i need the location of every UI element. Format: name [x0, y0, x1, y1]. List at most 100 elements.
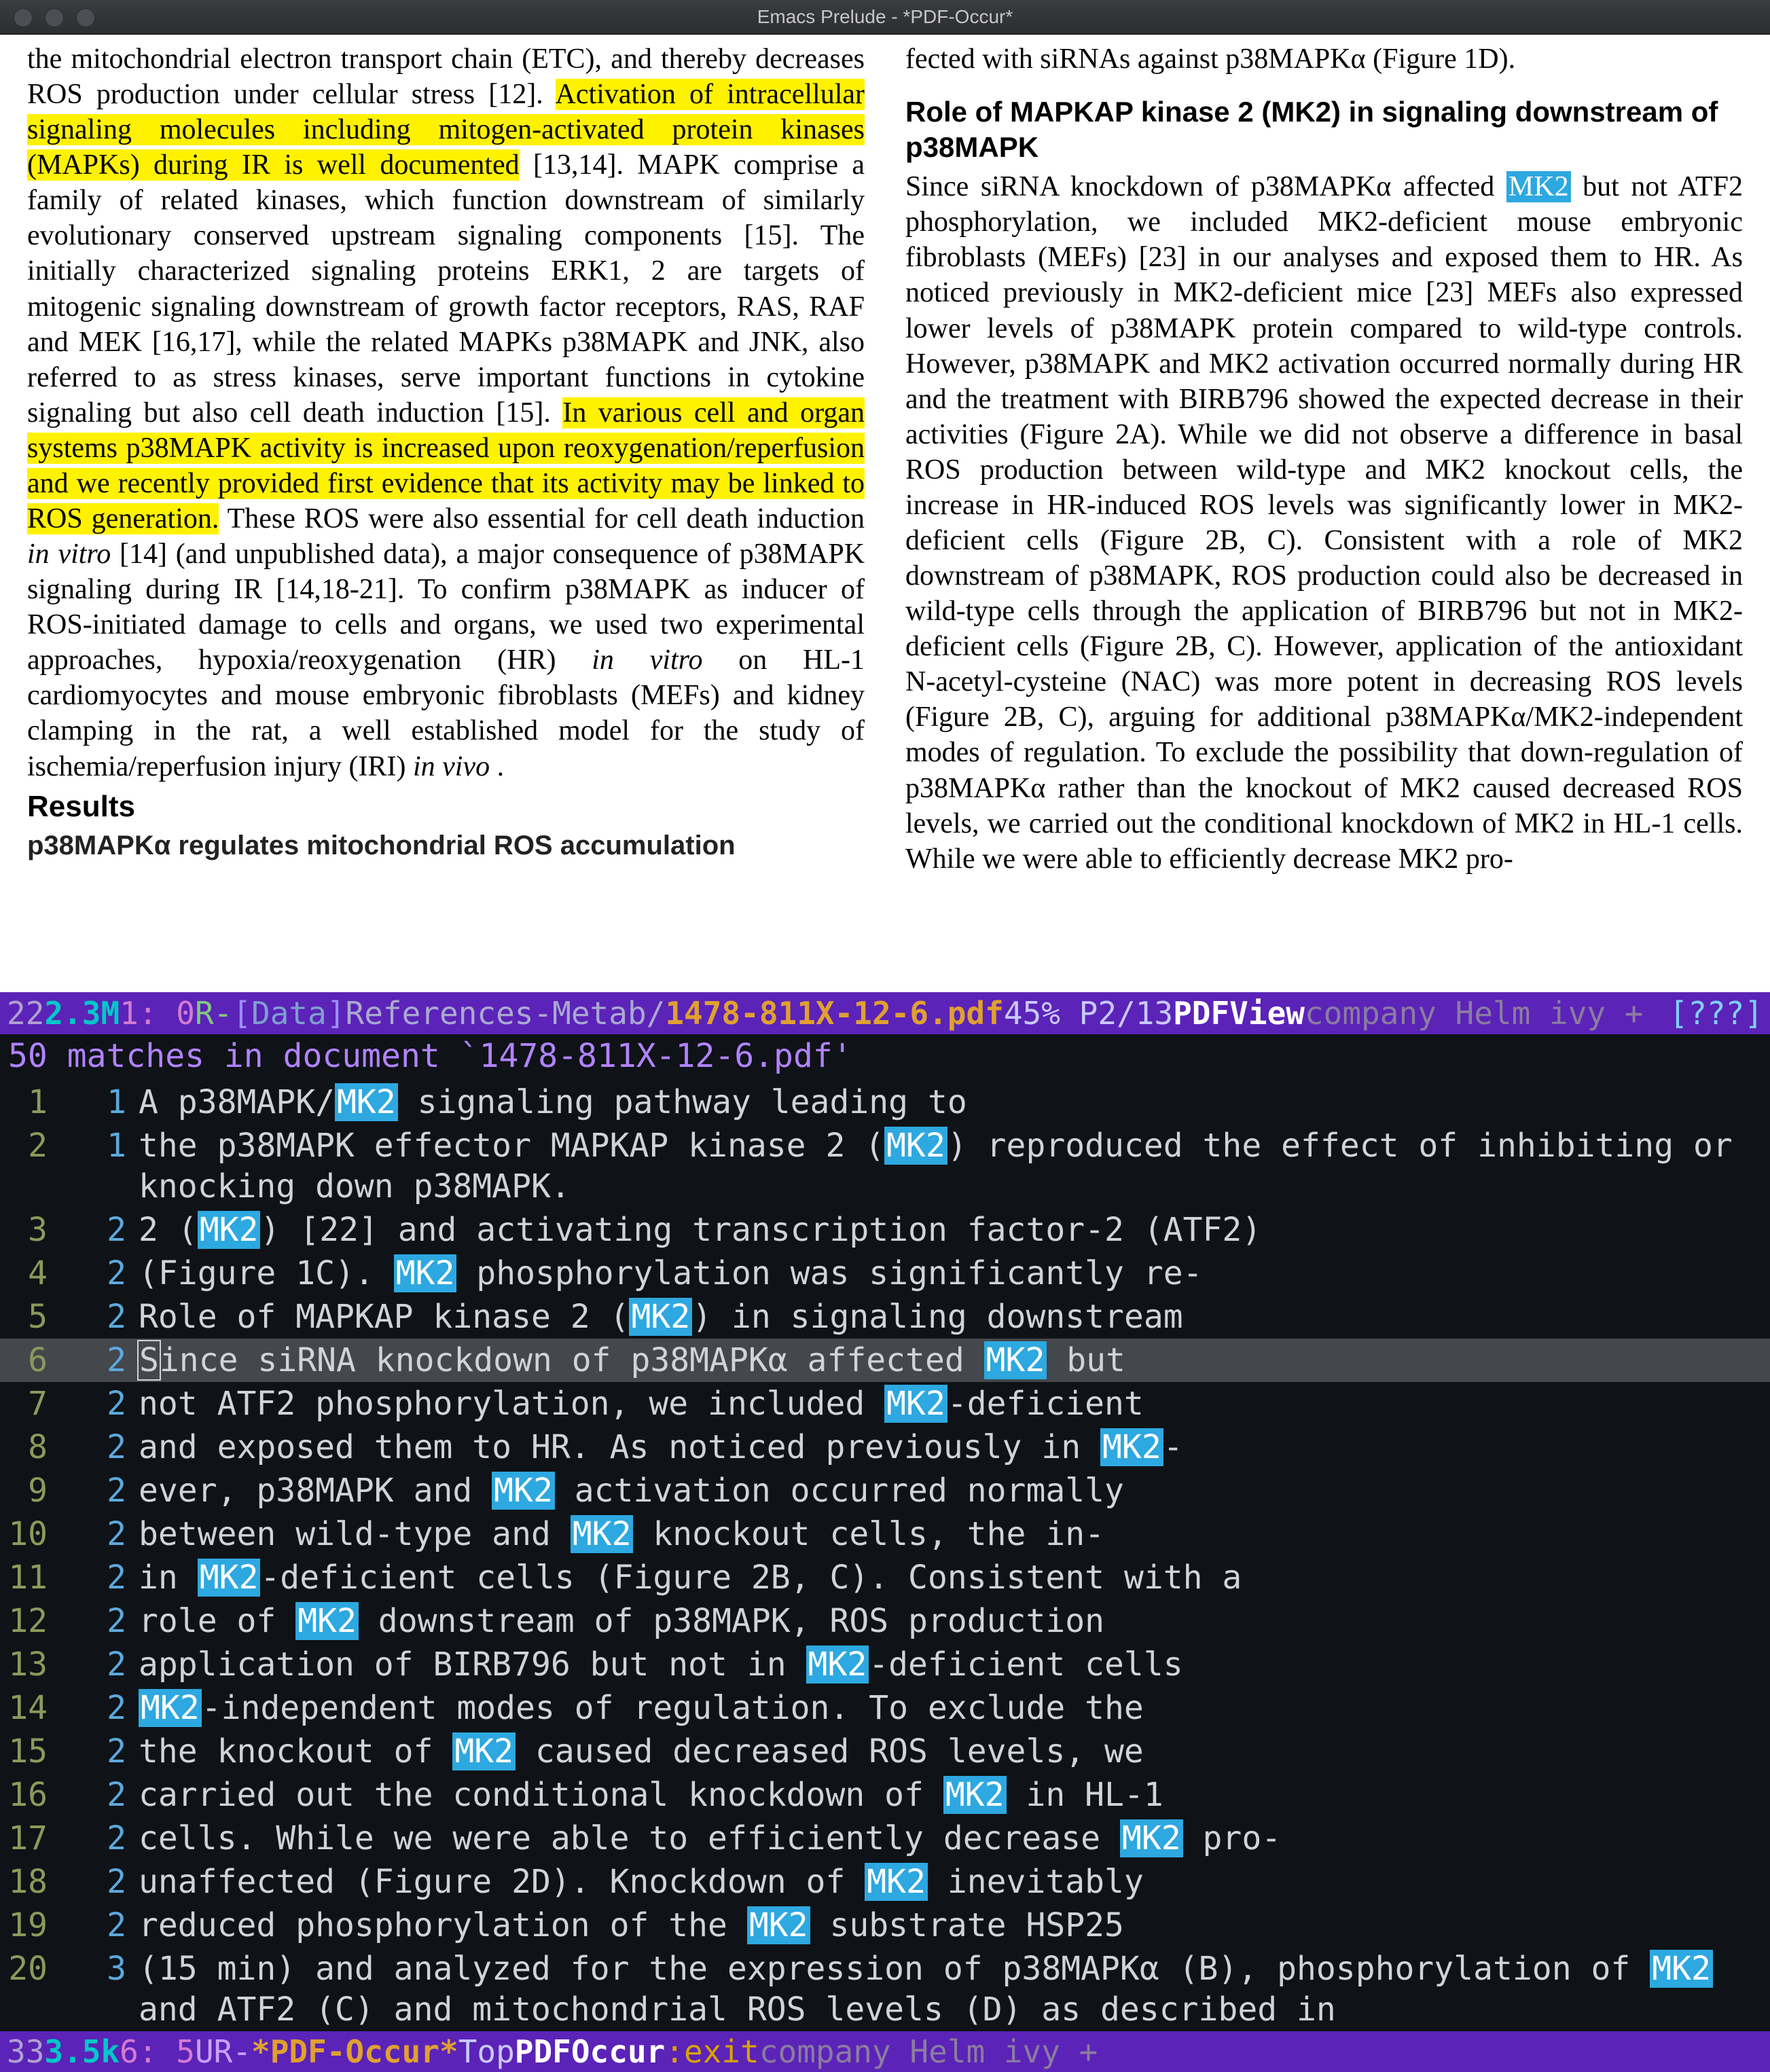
- occur-text-segment: downstream of p38MAPK, ROS production: [359, 1602, 1104, 1640]
- body-text: These ROS were also essential for cell d…: [228, 503, 865, 534]
- occur-text-segment: carried out the conditional knockdown of: [139, 1776, 943, 1814]
- occur-text-segment: -deficient: [947, 1385, 1144, 1423]
- occur-result-row[interactable]: 182unaffected (Figure 2D). Knockdown of …: [0, 1860, 1770, 1904]
- zoom-icon[interactable]: [76, 8, 95, 27]
- pdf-view-pane[interactable]: the mitochondrial electron transport cha…: [0, 35, 1770, 992]
- occur-match-text: and exposed them to HR. As noticed previ…: [139, 1427, 1756, 1468]
- search-match-highlight: MK2: [139, 1689, 202, 1727]
- paragraph-heading: Role of MAPKAP kinase 2 (MK2) in signali…: [905, 94, 1743, 165]
- modeline-position: 6: 5: [120, 2033, 195, 2070]
- occur-page-number: 2: [58, 1427, 139, 1468]
- occur-text-segment: pro-: [1183, 1819, 1282, 1857]
- occur-line-number: 1: [0, 1082, 58, 1123]
- occur-text-segment: substrate HSP25: [810, 1906, 1124, 1944]
- minimize-icon[interactable]: [45, 8, 64, 27]
- modeline-major-mode[interactable]: PDFOccur: [515, 2033, 666, 2070]
- occur-result-row[interactable]: 142MK2-independent modes of regulation. …: [0, 1686, 1770, 1730]
- search-match-highlight: MK2: [198, 1559, 261, 1597]
- occur-text-segment: 2 (: [139, 1211, 198, 1249]
- occur-page-number: 2: [58, 1775, 139, 1815]
- occur-text-segment: ) in signaling downstream: [692, 1298, 1182, 1336]
- occur-result-row[interactable]: 42(Figure 1C). MK2 phosphorylation was s…: [0, 1252, 1770, 1295]
- modeline-minor-modes: company Helm ivy +: [759, 2033, 1098, 2070]
- occur-result-row[interactable]: 102between wild-type and MK2 knockout ce…: [0, 1512, 1770, 1556]
- occur-line-number: 2: [0, 1125, 58, 1166]
- occur-text-segment: and ATF2 (C) and mitochondrial ROS level…: [139, 1991, 1336, 2029]
- occur-line-number: 18: [0, 1861, 58, 1902]
- occur-match-text: ever, p38MAPK and MK2 activation occurre…: [139, 1470, 1756, 1511]
- italic-text: in vivo: [413, 751, 490, 782]
- search-match-highlight: MK2: [884, 1385, 947, 1423]
- modeline-major-mode[interactable]: PDFView: [1173, 995, 1305, 1032]
- occur-text-segment: between wild-type and: [139, 1515, 571, 1553]
- italic-text: in vitro: [27, 539, 111, 570]
- occur-match-text: role of MK2 downstream of p38MAPK, ROS p…: [139, 1601, 1756, 1641]
- modeline-right: [???]: [1669, 995, 1763, 1032]
- modeline-state: UR-: [195, 2033, 251, 2070]
- occur-text-segment: cells. While we were able to efficiently…: [139, 1819, 1120, 1857]
- search-match-highlight: MK2: [394, 1254, 457, 1292]
- occur-text-segment: but: [1047, 1341, 1125, 1379]
- modeline-page-info: 45% P2/13: [1004, 995, 1173, 1032]
- occur-text-segment: role of: [139, 1602, 295, 1640]
- occur-match-summary: 50 matches in document `1478-811X-12-6.p…: [0, 1034, 1770, 1080]
- occur-result-row[interactable]: 152the knockout of MK2 caused decreased …: [0, 1730, 1770, 1773]
- occur-result-row[interactable]: 92ever, p38MAPK and MK2 activation occur…: [0, 1469, 1770, 1512]
- modeline-prefix: 33: [7, 2033, 44, 2070]
- occur-page-number: 2: [58, 1210, 139, 1250]
- occur-text-segment: -deficient cells (Figure 2B, C). Consist…: [260, 1559, 1242, 1597]
- body-text: [13,14]. MAPK comprise a family of relat…: [27, 149, 865, 429]
- occur-text-segment: and exposed them to HR. As noticed previ…: [139, 1428, 1100, 1466]
- occur-page-number: 2: [58, 1296, 139, 1337]
- modeline-buffer-size: 2.3M: [44, 995, 120, 1032]
- occur-text-segment: application of BIRB796 but not in: [139, 1646, 806, 1684]
- occur-result-row[interactable]: 192reduced phosphorylation of the MK2 su…: [0, 1904, 1770, 1947]
- occur-line-number: 3: [0, 1210, 58, 1250]
- occur-line-number: 19: [0, 1905, 58, 1946]
- occur-result-row[interactable]: 52Role of MAPKAP kinase 2 (MK2) in signa…: [0, 1295, 1770, 1339]
- occur-result-row[interactable]: 122role of MK2 downstream of p38MAPK, RO…: [0, 1599, 1770, 1643]
- occur-match-text: the knockout of MK2 caused decreased ROS…: [139, 1731, 1756, 1772]
- occur-result-row[interactable]: 72not ATF2 phosphorylation, we included …: [0, 1382, 1770, 1425]
- occur-result-row[interactable]: 11A p38MAPK/MK2 signaling pathway leadin…: [0, 1080, 1770, 1124]
- occur-text-segment: signaling pathway leading to: [398, 1083, 967, 1121]
- section-heading: Results: [27, 788, 865, 826]
- occur-line-number: 17: [0, 1818, 58, 1859]
- occur-result-row[interactable]: 162carried out the conditional knockdown…: [0, 1773, 1770, 1817]
- occur-result-row[interactable]: 203(15 min) and analyzed for the express…: [0, 1947, 1770, 2031]
- occur-result-row[interactable]: 21the p38MAPK effector MAPKAP kinase 2 (…: [0, 1124, 1770, 1208]
- modeline-exit[interactable]: :exit: [665, 2033, 759, 2070]
- modeline-pdf: 22 2.3M 1: 0 R- [ Data ] References-Meta…: [0, 992, 1770, 1034]
- occur-match-text: reduced phosphorylation of the MK2 subst…: [139, 1905, 1756, 1946]
- occur-text-segment: not ATF2 phosphorylation, we included: [139, 1385, 884, 1423]
- occur-text-segment: -deficient cells: [869, 1646, 1182, 1684]
- occur-text-segment: inevitably: [928, 1863, 1144, 1901]
- search-match-highlight: MK2: [1506, 171, 1571, 202]
- modeline-filename[interactable]: *PDF-Occur*: [251, 2033, 458, 2070]
- occur-result-row[interactable]: 62Since siRNA knockdown of p38MAPKα affe…: [0, 1339, 1770, 1382]
- occur-result-row[interactable]: 322 (MK2) [22] and activating transcript…: [0, 1208, 1770, 1252]
- search-match-highlight: MK2: [1100, 1428, 1163, 1466]
- window-controls: [14, 8, 95, 27]
- occur-result-row[interactable]: 112in MK2-deficient cells (Figure 2B, C)…: [0, 1556, 1770, 1599]
- occur-result-row[interactable]: 132application of BIRB796 but not in MK2…: [0, 1643, 1770, 1686]
- occur-result-row[interactable]: 172cells. While we were able to efficien…: [0, 1817, 1770, 1860]
- occur-page-number: 2: [58, 1514, 139, 1555]
- search-match-highlight: MK2: [295, 1602, 359, 1640]
- occur-page-number: 2: [58, 1861, 139, 1902]
- modeline-position: 1: 0: [120, 995, 195, 1032]
- occur-match-text: unaffected (Figure 2D). Knockdown of MK2…: [139, 1861, 1756, 1902]
- close-icon[interactable]: [14, 8, 33, 27]
- occur-text-segment: ) [22] and activating transcription fact…: [260, 1211, 1261, 1249]
- occur-line-number: 14: [0, 1688, 58, 1728]
- modeline-filename[interactable]: 1478-811X-12-6.pdf: [665, 995, 1004, 1032]
- body-text: .: [497, 751, 505, 782]
- occur-match-text: (Figure 1C). MK2 phosphorylation was sig…: [139, 1253, 1756, 1294]
- occur-results-pane[interactable]: 11A p38MAPK/MK2 signaling pathway leadin…: [0, 1080, 1770, 2031]
- occur-text-segment: (15 min) and analyzed for the expression…: [139, 1950, 1650, 1988]
- occur-line-number: 9: [0, 1470, 58, 1511]
- occur-match-text: MK2-independent modes of regulation. To …: [139, 1688, 1756, 1728]
- occur-result-row[interactable]: 82and exposed them to HR. As noticed pre…: [0, 1425, 1770, 1469]
- occur-match-text: carried out the conditional knockdown of…: [139, 1775, 1756, 1815]
- occur-page-number: 2: [58, 1470, 139, 1511]
